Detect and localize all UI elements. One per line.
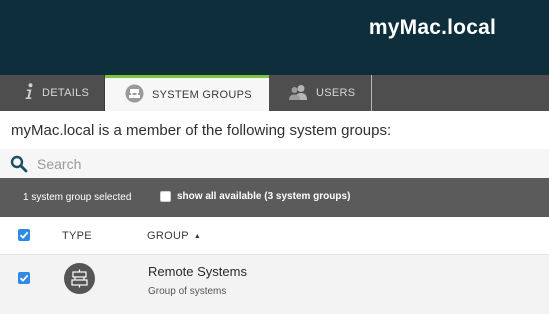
tab-system-groups-label: SYSTEM GROUPS bbox=[152, 88, 252, 101]
column-header-group[interactable]: GROUP ▲ bbox=[147, 230, 201, 242]
selection-bar: 1 system group selected show all availab… bbox=[0, 178, 549, 217]
column-header-type: TYPE bbox=[62, 230, 92, 242]
tab-users[interactable]: USERS bbox=[269, 75, 372, 111]
tab-system-groups[interactable]: SYSTEM GROUPS bbox=[105, 75, 269, 111]
system-groups-icon bbox=[125, 84, 144, 106]
group-name: Remote Systems bbox=[148, 264, 247, 279]
membership-description: myMac.local is a member of the following… bbox=[11, 122, 392, 139]
tab-bar: DETAILS SYSTEM GROUPS USERS bbox=[0, 75, 549, 111]
users-icon bbox=[288, 84, 308, 103]
table-row[interactable]: Remote Systems Group of systems bbox=[0, 255, 549, 314]
row-checkbox[interactable] bbox=[18, 272, 30, 284]
column-header-group-label: GROUP bbox=[147, 230, 189, 242]
tab-details[interactable]: DETAILS bbox=[4, 75, 105, 111]
header-bar: myMac.local bbox=[0, 0, 549, 75]
page-title: myMac.local bbox=[368, 16, 496, 39]
show-all-available-toggle[interactable]: show all available (3 system groups) bbox=[160, 191, 350, 202]
system-group-icon bbox=[64, 263, 95, 294]
sort-ascending-icon: ▲ bbox=[193, 233, 202, 240]
search-icon bbox=[10, 155, 28, 173]
show-all-label: show all available (3 system groups) bbox=[177, 191, 351, 202]
tab-details-label: DETAILS bbox=[42, 87, 90, 99]
group-description: Group of systems bbox=[148, 286, 227, 297]
tab-users-label: USERS bbox=[316, 87, 356, 99]
show-all-checkbox[interactable] bbox=[160, 191, 171, 202]
table-header: TYPE GROUP ▲ bbox=[0, 217, 549, 255]
selection-count: 1 system group selected bbox=[23, 192, 132, 203]
search-input[interactable] bbox=[37, 155, 517, 172]
search-bar[interactable] bbox=[0, 149, 549, 178]
info-icon bbox=[24, 83, 34, 103]
select-all-checkbox[interactable] bbox=[18, 229, 30, 241]
